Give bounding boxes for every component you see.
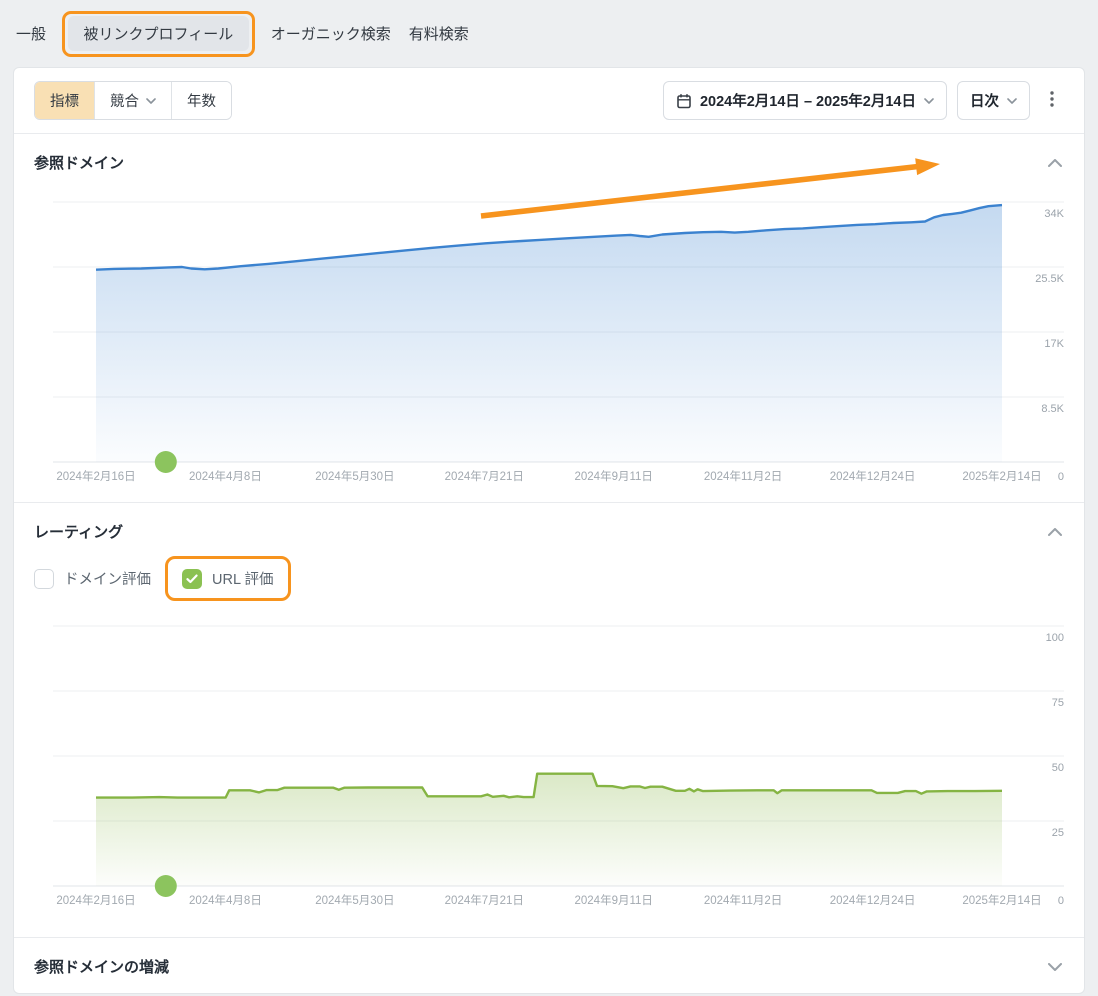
domain-rating-label: ドメイン評価 xyxy=(64,568,151,589)
svg-text:2024年9月11日: 2024年9月11日 xyxy=(574,469,652,483)
svg-text:2024年5月30日: 2024年5月30日 xyxy=(315,893,394,907)
granularity-label: 日次 xyxy=(970,90,999,111)
svg-text:2024年2月16日: 2024年2月16日 xyxy=(56,893,135,907)
svg-text:2025年2月14日: 2025年2月14日 xyxy=(962,469,1041,483)
svg-text:75: 75 xyxy=(1052,697,1064,709)
svg-text:0: 0 xyxy=(1058,895,1064,907)
chevron-up-icon xyxy=(1048,528,1062,536)
svg-text:2024年9月11日: 2024年9月11日 xyxy=(574,893,652,907)
svg-text:8.5K: 8.5K xyxy=(1041,403,1064,415)
chart-toolbar: 指標 競合 年数 2024年2月14日 – 2025年2月14日 日次 xyxy=(14,68,1084,134)
svg-text:2024年4月8日: 2024年4月8日 xyxy=(189,893,262,907)
metrics-button[interactable]: 指標 xyxy=(35,82,95,119)
svg-text:25.5K: 25.5K xyxy=(1035,273,1064,285)
tab-paid-search[interactable]: 有料検索 xyxy=(407,16,471,51)
referring-domains-chart[interactable]: 0 8.5K 17K 25.5K 34K 2024年2月16日 2024年4月8日 2024年… xyxy=(34,182,1064,494)
chevron-down-icon xyxy=(1048,963,1062,971)
section-title-rating: レーティング xyxy=(34,521,123,542)
referring-domains-header: 参照ドメイン xyxy=(34,134,1064,174)
svg-text:2024年4月8日: 2024年4月8日 xyxy=(189,469,262,483)
svg-text:34K: 34K xyxy=(1044,208,1064,220)
svg-text:2024年11月2日: 2024年11月2日 xyxy=(704,469,782,483)
referring-domains-section: 参照ドメイン 0 8.5K 17K 25.5K 34K 2024年2月16日 2024年4月… xyxy=(14,134,1084,502)
chevron-down-icon xyxy=(924,98,934,104)
section-title-growth: 参照ドメインの増減 xyxy=(34,956,169,977)
growth-header: 参照ドメインの増減 xyxy=(34,938,1064,978)
svg-text:100: 100 xyxy=(1046,632,1064,644)
competitors-button[interactable]: 競合 xyxy=(95,82,172,119)
url-rating-checkbox[interactable]: URL 評価 xyxy=(182,568,274,589)
section-title-referring-domains: 参照ドメイン xyxy=(34,152,124,173)
granularity-button[interactable]: 日次 xyxy=(957,81,1030,120)
svg-text:50: 50 xyxy=(1052,762,1064,774)
report-tabbar: 一般 被リンクプロフィール オーガニック検索 有料検索 xyxy=(0,0,1098,67)
url-rating-label: URL 評価 xyxy=(212,568,274,589)
calendar-icon xyxy=(676,93,692,109)
rating-legend: ドメイン評価 URL 評価 xyxy=(34,553,1064,604)
collapse-referring-domains-button[interactable] xyxy=(1046,153,1064,172)
growth-section: 参照ドメインの増減 xyxy=(14,937,1084,993)
expand-growth-button[interactable] xyxy=(1046,957,1064,976)
svg-text:2024年12月24日: 2024年12月24日 xyxy=(830,469,916,483)
svg-text:2024年12月24日: 2024年12月24日 xyxy=(830,893,916,907)
competitors-label: 競合 xyxy=(110,90,139,111)
timeline-marker-dot[interactable] xyxy=(155,875,177,897)
view-mode-group: 指標 競合 年数 xyxy=(34,81,232,120)
report-panel: 指標 競合 年数 2024年2月14日 – 2025年2月14日 日次 xyxy=(13,67,1085,994)
rating-chart[interactable]: 0 25 50 75 100 2024年2月16日 2024年4月8日 2024年5月30日 2… xyxy=(34,606,1064,918)
svg-text:17K: 17K xyxy=(1044,338,1064,350)
svg-text:2024年7月21日: 2024年7月21日 xyxy=(445,469,524,483)
tab-backlink-profile[interactable]: 被リンクプロフィール xyxy=(68,16,250,51)
domain-rating-checkbox[interactable]: ドメイン評価 xyxy=(34,568,151,589)
chevron-up-icon xyxy=(1048,159,1062,167)
svg-text:2024年5月30日: 2024年5月30日 xyxy=(315,469,394,483)
svg-text:2025年2月14日: 2025年2月14日 xyxy=(962,893,1041,907)
toolbar-right: 2024年2月14日 – 2025年2月14日 日次 xyxy=(663,81,1064,120)
chevron-down-icon xyxy=(146,98,156,104)
timeline-marker-dot[interactable] xyxy=(155,451,177,473)
checkbox-unchecked-icon xyxy=(34,569,54,589)
date-range-label: 2024年2月14日 – 2025年2月14日 xyxy=(700,90,916,111)
highlight-box-url-rating: URL 評価 xyxy=(165,556,291,601)
tab-organic-search[interactable]: オーガニック検索 xyxy=(269,16,393,51)
svg-text:0: 0 xyxy=(1058,471,1064,483)
checkbox-checked-icon xyxy=(182,569,202,589)
svg-text:2024年11月2日: 2024年11月2日 xyxy=(704,893,782,907)
highlight-box-backlink-tab: 被リンクプロフィール xyxy=(62,11,255,57)
rating-section: レーティング ドメイン評価 URL 評価 0 25 50 75 100 2024年2月16… xyxy=(14,502,1084,937)
kebab-menu-button[interactable] xyxy=(1040,85,1064,116)
years-button[interactable]: 年数 xyxy=(172,82,231,119)
date-range-button[interactable]: 2024年2月14日 – 2025年2月14日 xyxy=(663,81,947,120)
svg-text:25: 25 xyxy=(1052,827,1064,839)
chevron-down-icon xyxy=(1007,98,1017,104)
rating-header: レーティング xyxy=(34,503,1064,543)
kebab-menu-icon xyxy=(1050,91,1054,107)
svg-text:2024年7月21日: 2024年7月21日 xyxy=(445,893,524,907)
svg-text:2024年2月16日: 2024年2月16日 xyxy=(56,469,135,483)
collapse-rating-button[interactable] xyxy=(1046,522,1064,541)
tab-general[interactable]: 一般 xyxy=(14,16,48,51)
